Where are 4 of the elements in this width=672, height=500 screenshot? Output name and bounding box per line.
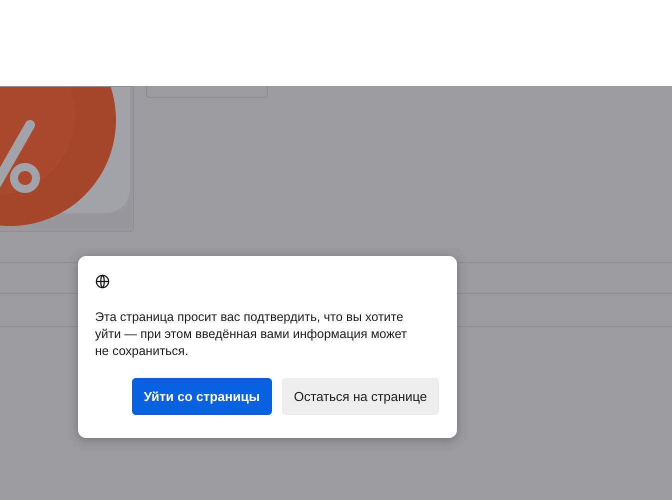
leave-page-button[interactable]: Уйти со страницы xyxy=(132,378,272,415)
stay-on-page-button[interactable]: Остаться на странице xyxy=(282,378,439,415)
dialog-message: Эта страница просит вас подтвердить, что вы хотите уйти — при этом введённая вами информация может не сохраниться. xyxy=(95,309,408,360)
globe-icon xyxy=(95,274,110,289)
